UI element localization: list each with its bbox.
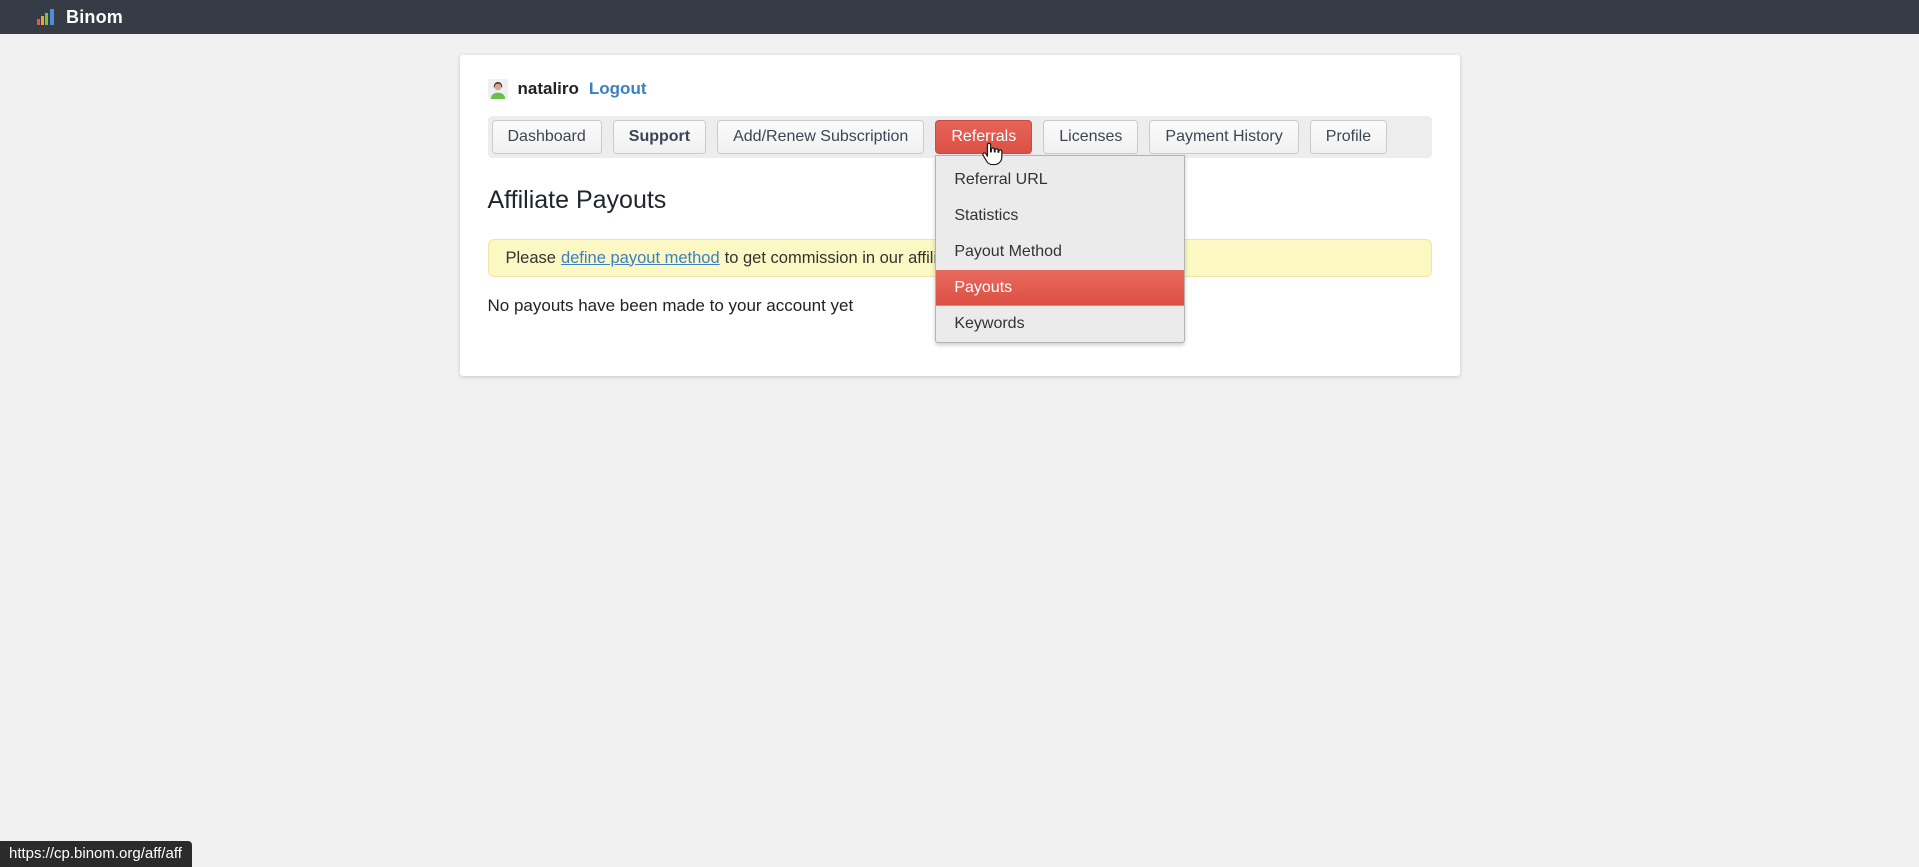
notice-prefix: Please [506, 249, 556, 268]
status-url-tooltip: https://cp.binom.org/aff/aff [0, 841, 192, 867]
referrals-dropdown-menu: Referral URL Statistics Payout Method Pa… [935, 155, 1185, 343]
dropdown-item-keywords[interactable]: Keywords [936, 306, 1184, 342]
user-row: nataliro Logout [488, 79, 1432, 99]
tab-licenses[interactable]: Licenses [1043, 120, 1138, 154]
tab-profile[interactable]: Profile [1310, 120, 1387, 154]
tab-referrals[interactable]: Referrals Referral URL Statistics Payout… [935, 120, 1032, 154]
user-name: nataliro [518, 79, 579, 99]
bar-chart-logo-icon [37, 8, 57, 26]
logout-link[interactable]: Logout [589, 79, 647, 99]
dropdown-item-referral-url[interactable]: Referral URL [936, 162, 1184, 198]
user-avatar [488, 79, 508, 99]
dropdown-item-payout-method[interactable]: Payout Method [936, 234, 1184, 270]
nav-tab-bar: Dashboard Support Add/Renew Subscription… [488, 116, 1432, 158]
tab-payment-history[interactable]: Payment History [1149, 120, 1298, 154]
main-card: nataliro Logout Dashboard Support Add/Re… [460, 55, 1460, 376]
notice-suffix: to get commission in our affilia [725, 249, 947, 268]
tab-support[interactable]: Support [613, 120, 706, 154]
tab-dashboard[interactable]: Dashboard [492, 120, 602, 154]
dropdown-item-payouts[interactable]: Payouts [936, 270, 1184, 306]
brand-name: Binom [66, 7, 123, 28]
top-bar: Binom [0, 0, 1919, 34]
tab-referrals-label: Referrals [951, 128, 1016, 146]
define-payout-method-link[interactable]: define payout method [561, 249, 720, 268]
brand[interactable]: Binom [37, 7, 123, 28]
tab-add-renew-subscription[interactable]: Add/Renew Subscription [717, 120, 924, 154]
dropdown-item-statistics[interactable]: Statistics [936, 198, 1184, 234]
